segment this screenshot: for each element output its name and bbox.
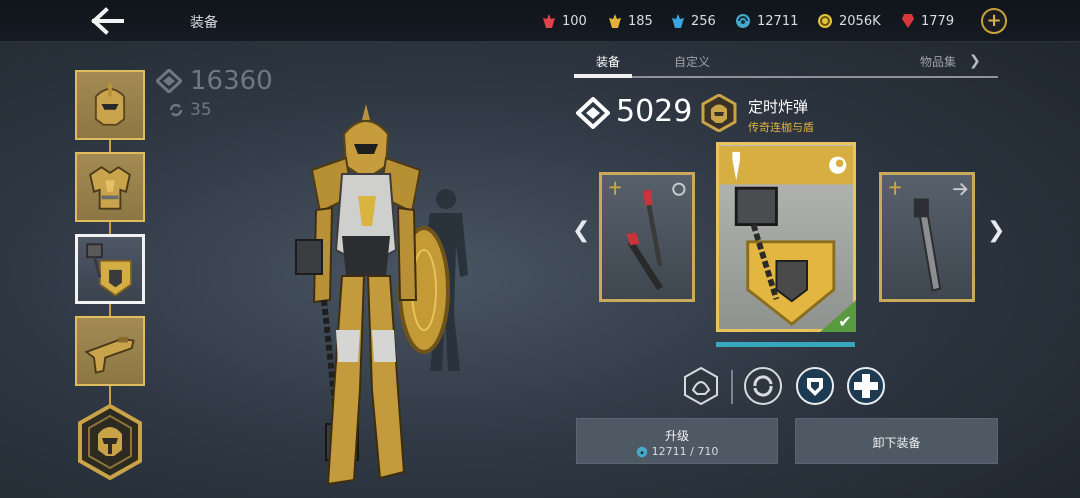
resource-ruby: 1779 bbox=[901, 11, 954, 31]
character-level-value: 35 bbox=[190, 100, 212, 120]
upgrade-button[interactable]: 升级 12711 / 710 bbox=[576, 418, 778, 464]
item-type: 传奇连枷与盾 bbox=[748, 121, 814, 134]
unequip-button[interactable]: 卸下装备 bbox=[795, 418, 998, 464]
plus-icon: + bbox=[986, 10, 1002, 31]
resource-blue-gem: 256 bbox=[671, 11, 716, 31]
upgrade-cost: 12711 / 710 bbox=[577, 445, 777, 458]
orb-currency-icon bbox=[636, 446, 647, 457]
add-currency-button[interactable]: + bbox=[981, 8, 1007, 34]
tab-equipment[interactable]: 装备 bbox=[596, 53, 620, 70]
back-button[interactable] bbox=[88, 6, 128, 36]
perk-divider bbox=[731, 370, 733, 404]
upgrade-cost-value: 12711 / 710 bbox=[651, 445, 719, 458]
upgrade-progress-fill bbox=[716, 342, 855, 347]
helmet-rank-badge-icon bbox=[701, 94, 737, 132]
power-diamond-icon bbox=[576, 97, 610, 129]
coin-icon bbox=[818, 14, 832, 28]
item-card-selected[interactable]: ✔ bbox=[716, 142, 856, 332]
guild-emblem-icon[interactable] bbox=[76, 404, 144, 480]
item-card-next[interactable] bbox=[879, 172, 975, 302]
perk-helmet-fist-icon[interactable] bbox=[681, 366, 721, 406]
slot-helmet[interactable] bbox=[75, 70, 145, 140]
resource-coins: 2056K bbox=[817, 11, 881, 31]
character-power: 16360 bbox=[156, 66, 273, 96]
upgrade-progress-bar bbox=[716, 342, 856, 347]
slot-ranged[interactable] bbox=[75, 316, 145, 386]
resource-value: 185 bbox=[628, 13, 653, 29]
resource-value: 256 bbox=[691, 13, 716, 29]
resource-value: 1779 bbox=[921, 13, 955, 29]
flail-and-shield-icon bbox=[719, 146, 853, 326]
slot-armor[interactable] bbox=[75, 152, 145, 222]
resource-gold-gem: 185 bbox=[608, 11, 653, 31]
active-tab-indicator bbox=[574, 74, 632, 78]
resource-red-gem: 100 bbox=[542, 11, 587, 31]
character-model[interactable] bbox=[262, 100, 462, 495]
blue-gem-icon bbox=[672, 14, 684, 28]
unequip-label: 卸下装备 bbox=[872, 436, 921, 450]
tab-item-sets[interactable]: 物品集 bbox=[920, 53, 956, 70]
armor-icon bbox=[89, 166, 131, 210]
cycle-icon bbox=[169, 103, 183, 117]
resource-orb: 12711 bbox=[735, 11, 798, 31]
tab-bar: 装备 自定义 物品集 bbox=[574, 52, 998, 78]
dual-blades-icon bbox=[609, 181, 686, 291]
ranged-weapon-icon bbox=[84, 336, 135, 374]
flail-shield-icon bbox=[86, 243, 132, 297]
perk-shield-icon[interactable] bbox=[795, 366, 835, 406]
helmet-icon bbox=[94, 83, 126, 126]
resource-value: 12711 bbox=[757, 13, 799, 29]
gold-gem-icon bbox=[609, 14, 621, 28]
power-diamond-icon bbox=[156, 69, 182, 93]
slot-weapon[interactable] bbox=[75, 234, 145, 304]
character-level: 35 bbox=[168, 100, 212, 120]
prev-item-arrow-icon[interactable]: ❮ bbox=[572, 218, 590, 243]
upgrade-label: 升级 bbox=[664, 429, 689, 443]
red-gem-icon bbox=[543, 14, 555, 28]
knife-icon bbox=[889, 181, 968, 292]
perk-cross-icon[interactable] bbox=[846, 366, 886, 406]
item-power-value: 5029 bbox=[616, 94, 693, 129]
orb-currency-icon bbox=[736, 14, 750, 28]
resource-value: 100 bbox=[562, 13, 587, 29]
tab-customize[interactable]: 自定义 bbox=[674, 53, 710, 70]
arrow-left-icon bbox=[91, 7, 124, 35]
item-name: 定时炸弹 bbox=[748, 98, 809, 116]
screen-title: 装备 bbox=[190, 15, 218, 31]
resource-value: 2056K bbox=[839, 13, 881, 29]
chevron-right-icon[interactable]: ❯ bbox=[969, 53, 981, 69]
next-item-arrow-icon[interactable]: ❯ bbox=[987, 218, 1005, 243]
top-bar: 装备 100 185 256 12711 2056K 1779 + bbox=[0, 0, 1080, 42]
character-power-value: 16360 bbox=[190, 66, 273, 96]
ruby-icon bbox=[902, 14, 914, 28]
perk-swirl-icon[interactable] bbox=[743, 366, 783, 406]
item-card-prev[interactable] bbox=[599, 172, 695, 302]
